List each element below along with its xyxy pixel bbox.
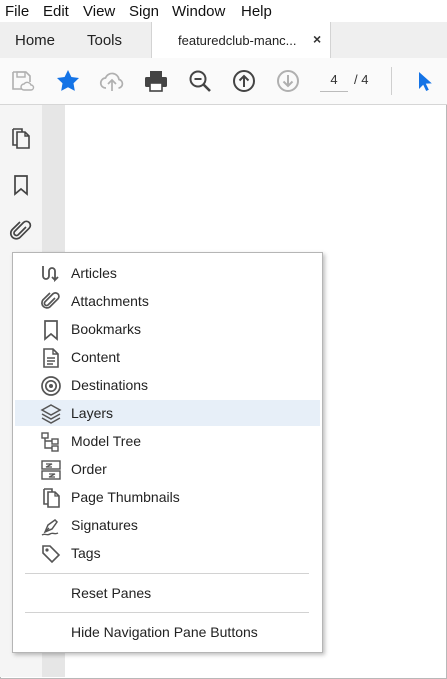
menu-bar: File Edit View Sign Window Help xyxy=(0,0,447,22)
close-icon[interactable]: × xyxy=(313,31,321,47)
star-icon[interactable] xyxy=(55,68,81,94)
tab-tools[interactable]: Tools xyxy=(87,32,122,49)
toolbar-divider xyxy=(391,67,392,95)
menu-item-label: Layers xyxy=(71,405,114,421)
paperclip-icon[interactable] xyxy=(9,219,33,243)
paperclip-icon xyxy=(41,292,60,309)
save-icon[interactable] xyxy=(9,68,35,94)
menu-item-label: Hide Navigation Pane Buttons xyxy=(71,624,258,640)
tab-home[interactable]: Home xyxy=(15,32,55,49)
menu-item-label: Page Thumbnails xyxy=(71,489,180,505)
menu-item-model-tree[interactable]: Model Tree xyxy=(15,428,320,454)
page-number-input[interactable]: 4 xyxy=(320,69,348,92)
navigation-panes-menu: Articles Attachments Bookmarks Content D… xyxy=(12,252,323,653)
menu-item-attachments[interactable]: Attachments xyxy=(15,288,320,314)
menu-item-articles[interactable]: Articles xyxy=(15,260,320,286)
signatures-icon xyxy=(41,519,59,536)
menu-item-bookmarks[interactable]: Bookmarks xyxy=(15,316,320,342)
menu-help[interactable]: Help xyxy=(241,3,272,20)
menu-item-signatures[interactable]: Signatures xyxy=(15,512,320,538)
menu-item-label: Attachments xyxy=(71,293,149,309)
page-total: / 4 xyxy=(354,72,369,87)
menu-item-layers[interactable]: Layers xyxy=(15,400,320,426)
menu-sign[interactable]: Sign xyxy=(129,3,159,20)
model-tree-icon xyxy=(41,432,59,452)
menu-item-tags[interactable]: Tags xyxy=(15,540,320,566)
menu-item-hide-navigation-pane-buttons[interactable]: Hide Navigation Pane Buttons xyxy=(15,619,320,645)
menu-item-label: Tags xyxy=(71,545,101,561)
menu-item-label: Reset Panes xyxy=(71,585,152,601)
menu-item-label: Signatures xyxy=(71,517,138,533)
bookmark-icon[interactable] xyxy=(9,173,33,197)
zoom-out-icon[interactable] xyxy=(187,68,213,94)
tags-icon xyxy=(42,545,61,564)
menu-item-page-thumbnails[interactable]: Page Thumbnails xyxy=(15,484,320,510)
menu-item-content[interactable]: Content xyxy=(15,344,320,370)
order-icon xyxy=(41,460,61,480)
document-tab-title: featuredclub-manc... xyxy=(178,33,297,48)
destinations-icon xyxy=(41,376,61,396)
menu-item-label: Order xyxy=(71,461,107,477)
menu-view[interactable]: View xyxy=(83,3,115,20)
menu-separator xyxy=(25,573,309,574)
menu-item-label: Destinations xyxy=(71,377,149,393)
tab-bar: Home Tools featuredclub-manc... × xyxy=(0,22,447,59)
next-page-icon[interactable] xyxy=(275,68,301,94)
content-icon xyxy=(43,348,59,368)
menu-item-reset-panes[interactable]: Reset Panes xyxy=(15,580,320,606)
tab-document[interactable]: featuredclub-manc... × xyxy=(151,22,331,59)
select-cursor-icon[interactable] xyxy=(411,68,437,94)
page-thumbnails-icon xyxy=(43,488,60,508)
layers-icon xyxy=(40,404,62,424)
page-thumbnails-icon[interactable] xyxy=(9,126,33,150)
print-icon[interactable] xyxy=(143,68,169,94)
menu-window[interactable]: Window xyxy=(172,3,225,20)
menu-item-label: Articles xyxy=(71,265,117,281)
menu-item-order[interactable]: Order xyxy=(15,456,320,482)
menu-file[interactable]: File xyxy=(5,3,29,20)
menu-edit[interactable]: Edit xyxy=(43,3,69,20)
menu-item-destinations[interactable]: Destinations xyxy=(15,372,320,398)
bookmark-icon xyxy=(44,320,58,341)
menu-item-label: Content xyxy=(71,349,121,365)
menu-separator xyxy=(25,612,309,613)
toolbar: 4 / 4 xyxy=(0,58,447,105)
articles-icon xyxy=(42,266,59,283)
menu-item-label: Model Tree xyxy=(71,433,142,449)
cloud-upload-icon[interactable] xyxy=(99,68,125,94)
previous-page-icon[interactable] xyxy=(231,68,257,94)
menu-item-label: Bookmarks xyxy=(71,321,142,337)
